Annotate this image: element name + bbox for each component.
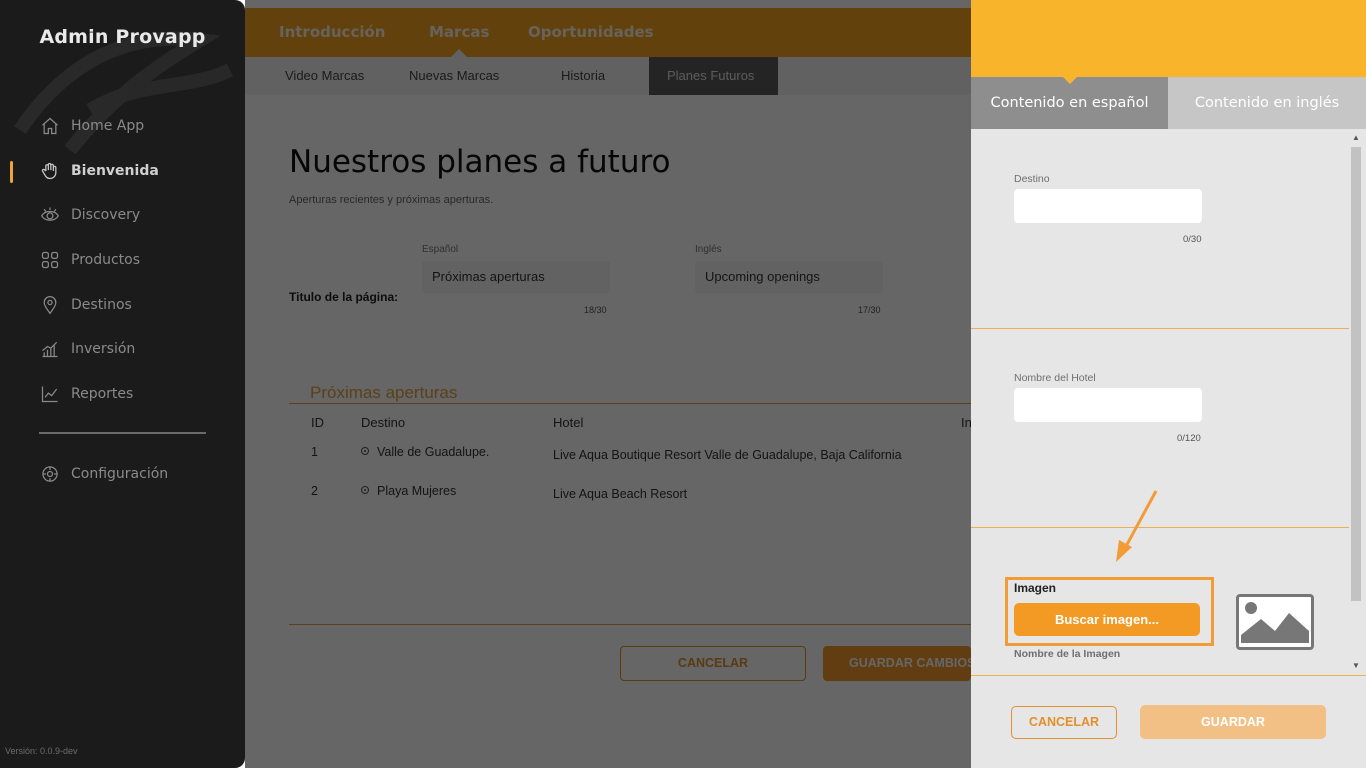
sidebar-item-label: Inversión [71,341,136,358]
save-changes-button[interactable]: GUARDAR CAMBIOS [823,646,971,681]
english-field-label: Inglés [695,244,722,255]
hotel-name-label: Nombre del Hotel [1014,372,1096,384]
tab-contenido-espanol[interactable]: Contenido en español [971,76,1168,129]
hotel-name-input[interactable] [1014,388,1202,422]
spanish-field-label: Español [422,244,459,255]
cancel-button[interactable]: CANCELAR [620,646,806,681]
drawer-footer-divider [971,675,1366,676]
sidebar-item-label: Reportes [71,385,134,402]
drawer-save-button[interactable]: GUARDAR [1140,705,1326,739]
sub-tab-bar: Video Marcas Nuevas Marcas Historia Plan… [245,57,971,95]
annotation-arrow-icon [1116,490,1158,562]
image-name-label: Nombre de la Imagen [1014,648,1121,660]
spanish-char-count: 18/30 [584,305,607,315]
bar-chart-icon [39,338,61,360]
scroll-up-icon[interactable]: ▲ [1352,133,1360,142]
tab-contenido-ingles[interactable]: Contenido en inglés [1168,77,1366,129]
row-destino: Valle de Guadalupe. [361,445,489,459]
row-destino-text: Valle de Guadalupe. [377,445,490,459]
eye-icon [39,204,61,226]
drawer-header [971,0,1366,77]
sidebar-item-discovery[interactable]: Discovery [0,193,245,238]
english-title-input[interactable]: Upcoming openings [695,261,883,293]
english-char-count: 17/30 [858,305,881,315]
destino-label: Destino [1014,173,1050,185]
sidebar-item-label: Configuración [71,466,169,483]
sidebar-item-inversion[interactable]: Inversión [0,327,245,372]
location-dot-icon [361,486,369,494]
sidebar-item-productos[interactable]: Productos [0,238,245,283]
row-hotel: Live Aqua Beach Resort [553,487,688,501]
hotel-name-char-count: 0/120 [1177,433,1201,444]
table-header-id: ID [311,415,324,430]
drawer-cancel-button[interactable]: CANCELAR [1011,706,1117,739]
image-placeholder-icon [1236,594,1314,650]
drawer-scrollbar[interactable]: ▲ ▼ [1349,129,1366,675]
main-content: Introducción Marcas Oportunidades Video … [245,0,972,768]
sidebar-item-label: Destinos [71,296,132,313]
tab-marcas[interactable]: Marcas [429,8,489,57]
subtab-nuevas-marcas[interactable]: Nuevas Marcas [409,57,499,95]
scroll-thumb[interactable] [1351,147,1361,601]
table-header-destino: Destino [361,415,406,430]
language-tabs: Contenido en español Contenido en inglés [971,76,1366,129]
section-divider [971,328,1349,329]
app-brand-title: Admin Provapp [39,26,206,48]
location-pin-icon [39,294,61,316]
grid-icon [39,249,61,271]
section-divider [289,403,971,404]
scroll-down-icon[interactable]: ▼ [1352,661,1360,670]
sidebar-nav: Home App Bienvenida Discovery Productos … [0,104,245,497]
top-tab-bar: Introducción Marcas Oportunidades [245,8,971,57]
sidebar-item-label: Discovery [71,207,141,224]
sidebar-item-bienvenida[interactable]: Bienvenida [0,149,245,194]
sidebar-item-label: Productos [71,252,141,269]
row-destino: Playa Mujeres [361,484,456,498]
row-id: 1 [311,445,318,459]
sidebar-item-destinos[interactable]: Destinos [0,282,245,327]
location-dot-icon [361,447,369,455]
subtab-planes-futuros[interactable]: Planes Futuros [649,57,778,95]
spanish-title-input[interactable]: Próximas aperturas [422,261,610,293]
destino-char-count: 0/30 [1183,234,1202,245]
page-title-label: Titulo de la página: [289,290,399,304]
sidebar-item-home-app[interactable]: Home App [0,104,245,149]
sidebar-item-reportes[interactable]: Reportes [0,372,245,417]
subtab-historia[interactable]: Historia [561,57,605,95]
line-chart-icon [39,383,61,405]
footer-divider [289,624,971,625]
sidebar-item-label: Home App [71,118,145,135]
sidebar-item-label: Bienvenida [71,162,159,179]
sidebar-item-configuracion[interactable]: Configuración [0,452,245,497]
drawer-body: Destino 0/30 Nombre del Hotel 0/120 Imag… [971,129,1366,675]
destino-input[interactable] [1014,189,1202,223]
subtab-video-marcas[interactable]: Video Marcas [285,57,364,95]
version-label: Versión: 0.0.9-dev [5,746,78,756]
wave-hand-icon [39,160,61,182]
section-title: Próximas aperturas [310,383,458,402]
sidebar-divider [39,432,206,435]
home-icon [39,115,61,137]
page-subtitle: Aperturas recientes y próximas aperturas… [289,194,494,206]
tab-oportunidades[interactable]: Oportunidades [528,8,654,57]
row-destino-text: Playa Mujeres [377,484,457,498]
tab-introduccion[interactable]: Introducción [279,8,385,57]
row-hotel: Live Aqua Boutique Resort Valle de Guada… [553,448,902,462]
browse-image-button[interactable]: Buscar imagen... [1014,603,1200,636]
sidebar: Admin Provapp Home App Bienvenida Discov… [0,0,245,768]
table-header-hotel: Hotel [553,415,584,430]
row-id: 2 [311,484,318,498]
page-title: Nuestros planes a futuro [289,144,671,180]
edit-drawer: Contenido en español Contenido en inglés… [971,0,1366,768]
gear-icon [39,463,61,485]
